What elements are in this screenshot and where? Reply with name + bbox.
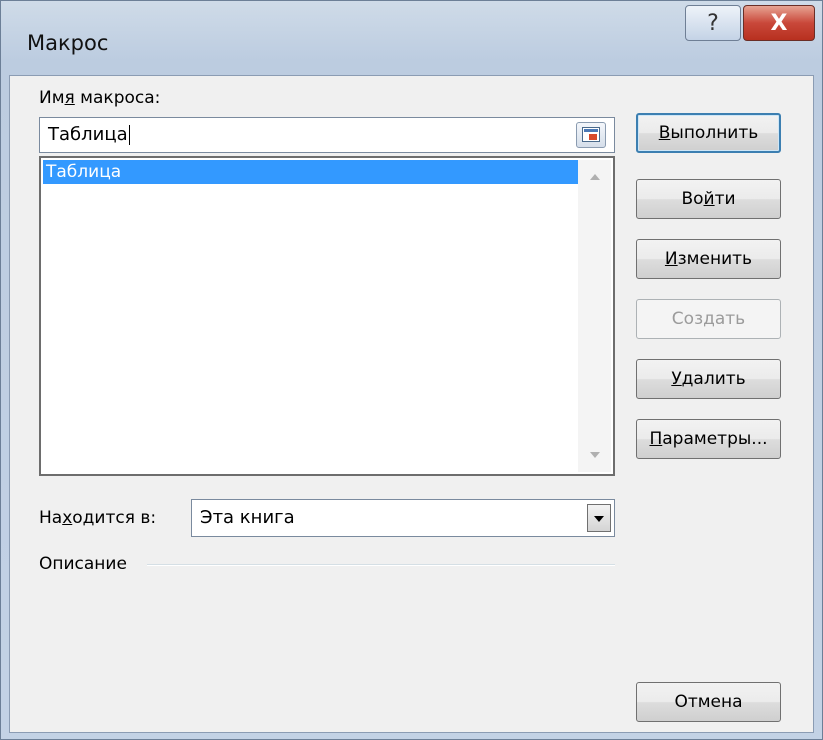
title-bar[interactable]: Макрос ? X bbox=[1, 1, 822, 75]
list-scrollbar[interactable] bbox=[578, 160, 611, 472]
scroll-up-icon[interactable] bbox=[590, 174, 600, 180]
close-button[interactable]: X bbox=[743, 5, 815, 41]
collapse-dialog-button[interactable] bbox=[576, 122, 606, 148]
chevron-down-icon[interactable] bbox=[587, 504, 611, 532]
macro-list[interactable]: Таблица bbox=[39, 156, 615, 476]
scroll-down-icon[interactable] bbox=[590, 452, 600, 458]
range-select-icon bbox=[582, 127, 600, 142]
dialog-body: Имя макроса: Таблица Таблица Выполнить В… bbox=[9, 75, 814, 733]
macro-name-input[interactable]: Таблица bbox=[39, 117, 615, 153]
macro-name-label: Имя макроса: bbox=[39, 88, 161, 108]
description-divider bbox=[147, 564, 615, 566]
run-button[interactable]: Выполнить bbox=[636, 113, 781, 153]
help-button[interactable]: ? bbox=[685, 5, 741, 41]
cancel-button[interactable]: Отмена bbox=[636, 682, 781, 722]
options-button[interactable]: Параметры... bbox=[636, 419, 781, 459]
edit-button[interactable]: Изменить bbox=[636, 239, 781, 279]
window-title: Макрос bbox=[27, 31, 109, 55]
list-item[interactable]: Таблица bbox=[43, 160, 580, 184]
close-icon: X bbox=[770, 10, 788, 36]
macro-dialog: Макрос ? X Имя макроса: Таблица Таблица … bbox=[0, 0, 823, 740]
delete-button[interactable]: Удалить bbox=[636, 359, 781, 399]
step-into-button[interactable]: Во й ти bbox=[636, 179, 781, 219]
description-label: Описание bbox=[39, 554, 127, 574]
create-button: Создать bbox=[636, 299, 781, 339]
help-icon: ? bbox=[707, 10, 719, 36]
location-select[interactable]: Эта книга bbox=[191, 499, 615, 537]
location-label: Находится в: bbox=[39, 508, 157, 528]
text-caret bbox=[128, 125, 130, 145]
